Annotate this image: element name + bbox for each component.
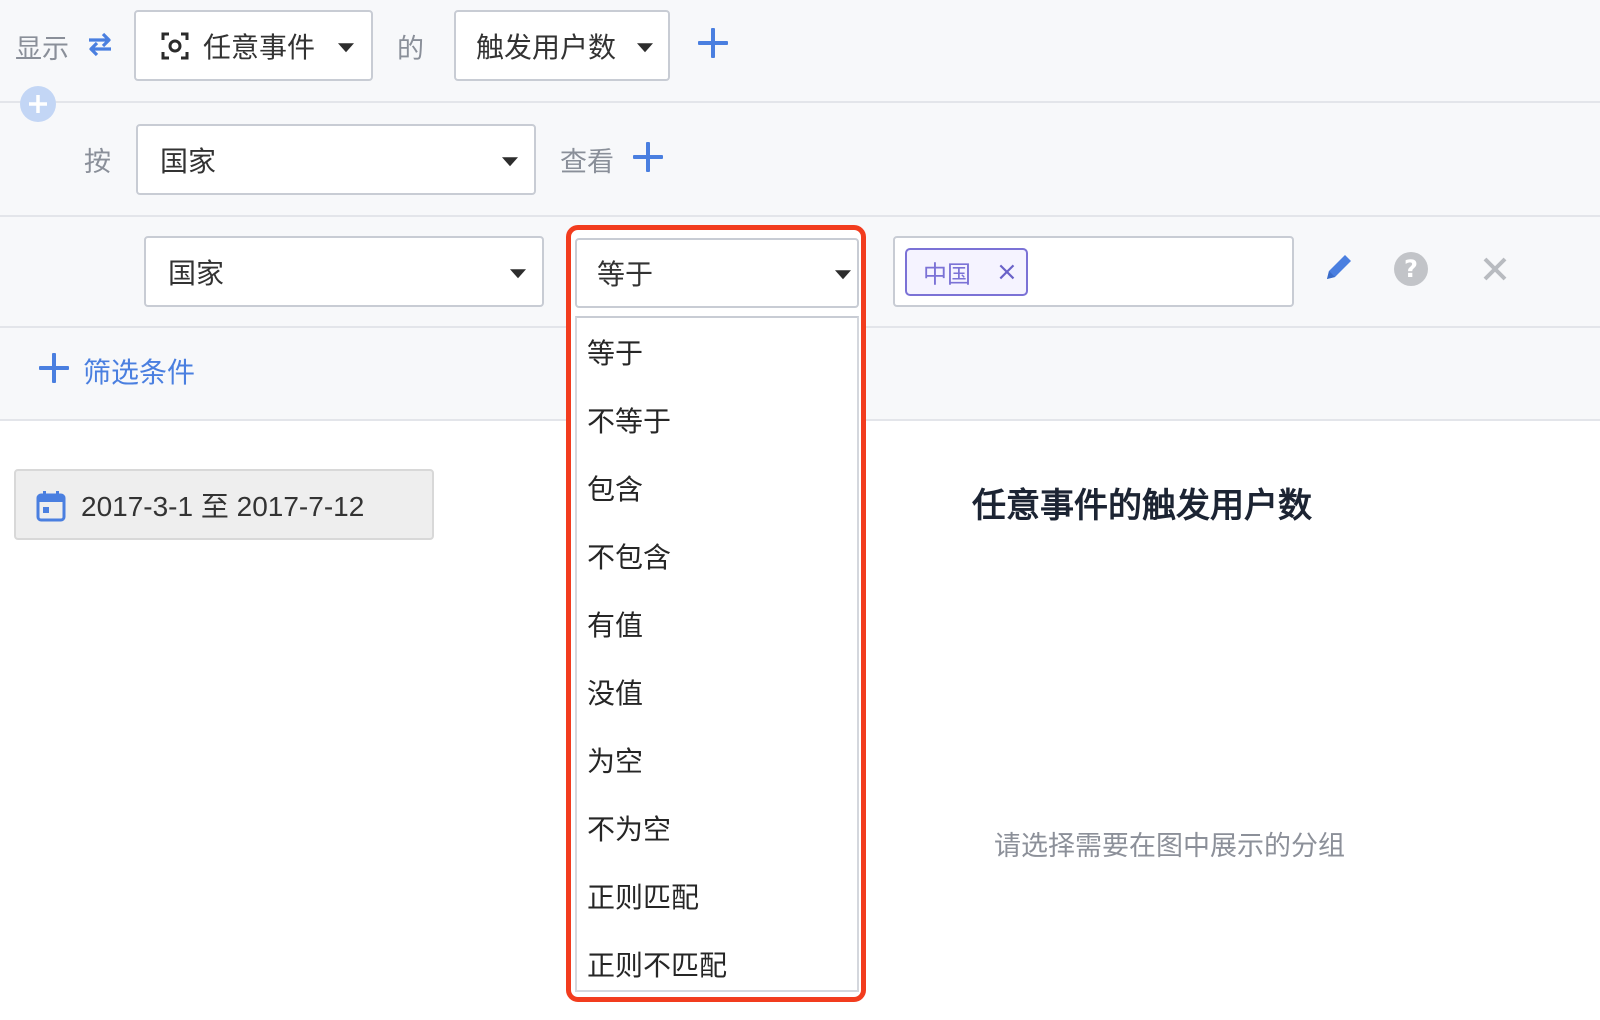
chevron-down-icon bbox=[510, 268, 526, 278]
by-label: 按 bbox=[84, 147, 111, 178]
date-range-picker[interactable]: 2017-3-1 至 2017-7-12 bbox=[14, 469, 434, 540]
operator-option[interactable]: 正则匹配 bbox=[587, 876, 699, 916]
filter-property-value: 国家 bbox=[168, 256, 225, 290]
operator-option[interactable]: 等于 bbox=[587, 332, 643, 372]
operator-option[interactable]: 有值 bbox=[587, 604, 643, 644]
metric-select-value: 触发用户数 bbox=[476, 30, 617, 64]
operator-option[interactable]: 包含 bbox=[587, 468, 643, 508]
operator-option[interactable]: 没值 bbox=[587, 672, 643, 712]
operator-option[interactable]: 为空 bbox=[587, 740, 643, 780]
add-filter-label: 筛选条件 bbox=[83, 356, 196, 389]
chart-title: 任意事件的触发用户数 bbox=[972, 486, 1312, 526]
view-label: 查看 bbox=[560, 147, 614, 178]
event-select-value: 任意事件 bbox=[203, 30, 316, 64]
event-scan-icon bbox=[161, 32, 189, 60]
empty-chart-hint: 请选择需要在图中展示的分组 bbox=[994, 831, 1345, 862]
filter-property-select[interactable]: 国家 bbox=[144, 236, 544, 307]
operator-option[interactable]: 正则不匹配 bbox=[587, 944, 727, 984]
chip-label: 中国 bbox=[923, 260, 971, 289]
show-label: 显示 bbox=[15, 34, 69, 65]
operator-option[interactable]: 不为空 bbox=[587, 808, 671, 848]
plus-icon bbox=[39, 353, 69, 383]
filter-value-chip: 中国 × bbox=[905, 248, 1028, 296]
add-circle-button[interactable] bbox=[20, 86, 56, 122]
add-metric-button[interactable] bbox=[698, 28, 728, 58]
chevron-down-icon bbox=[338, 42, 354, 52]
operator-option[interactable]: 不包含 bbox=[587, 536, 671, 576]
chevron-down-icon bbox=[835, 270, 851, 280]
group-by-select[interactable]: 国家 bbox=[136, 124, 536, 195]
of-label: 的 bbox=[397, 34, 424, 65]
edit-pencil-icon[interactable] bbox=[1321, 249, 1357, 285]
chevron-down-icon bbox=[502, 156, 518, 166]
operator-option[interactable]: 不等于 bbox=[587, 400, 671, 440]
swap-icon[interactable] bbox=[86, 30, 114, 58]
plus-icon bbox=[29, 95, 47, 113]
add-group-button[interactable] bbox=[633, 142, 663, 172]
calendar-icon bbox=[36, 491, 66, 522]
group-by-row: 按 国家 查看 bbox=[0, 103, 1600, 217]
metric-row: 显示 任意事件 的 触发用户数 bbox=[0, 0, 1600, 103]
date-range-text: 2017-3-1 至 2017-7-12 bbox=[81, 490, 365, 522]
operator-options-list: 等于 不等于 包含 不包含 有值 没值 为空 不为空 正则匹配 正则不匹配 bbox=[575, 316, 859, 992]
chip-remove-icon[interactable]: × bbox=[996, 257, 1018, 287]
event-select[interactable]: 任意事件 bbox=[134, 10, 373, 81]
operator-dropdown: 等于 等于 不等于 包含 不包含 有值 没值 为空 不为空 正则匹配 正则不匹配 bbox=[566, 225, 866, 1002]
close-icon[interactable] bbox=[1481, 255, 1509, 283]
chevron-down-icon bbox=[637, 42, 653, 52]
operator-select[interactable]: 等于 bbox=[575, 238, 859, 308]
group-by-value: 国家 bbox=[160, 144, 217, 178]
metric-select[interactable]: 触发用户数 bbox=[454, 10, 670, 81]
operator-select-value: 等于 bbox=[597, 258, 654, 291]
help-icon[interactable]: ? bbox=[1394, 252, 1428, 286]
